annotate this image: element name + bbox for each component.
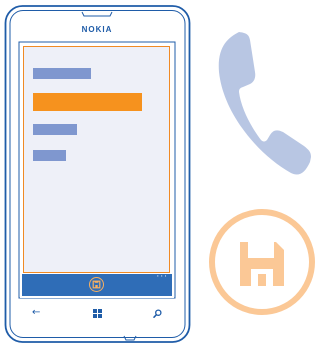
- list-item-placeholder[interactable]: [33, 124, 77, 135]
- floppy-disk-save-icon: [209, 209, 315, 315]
- list-item-placeholder[interactable]: [33, 68, 91, 79]
- save-icon: [92, 280, 101, 289]
- list-item-placeholder[interactable]: [33, 150, 66, 161]
- search-key-icon[interactable]: [153, 309, 162, 318]
- back-key-icon[interactable]: ←: [32, 308, 40, 318]
- app-bar: ···: [22, 272, 172, 296]
- list-item-selected-placeholder[interactable]: [33, 93, 142, 111]
- windows-start-key-icon[interactable]: [93, 309, 102, 318]
- phone-handset-icon: [218, 32, 311, 175]
- more-options-icon[interactable]: ···: [156, 272, 168, 282]
- brand-label: NOKIA: [81, 25, 113, 34]
- app-bar-save-button[interactable]: [89, 277, 104, 292]
